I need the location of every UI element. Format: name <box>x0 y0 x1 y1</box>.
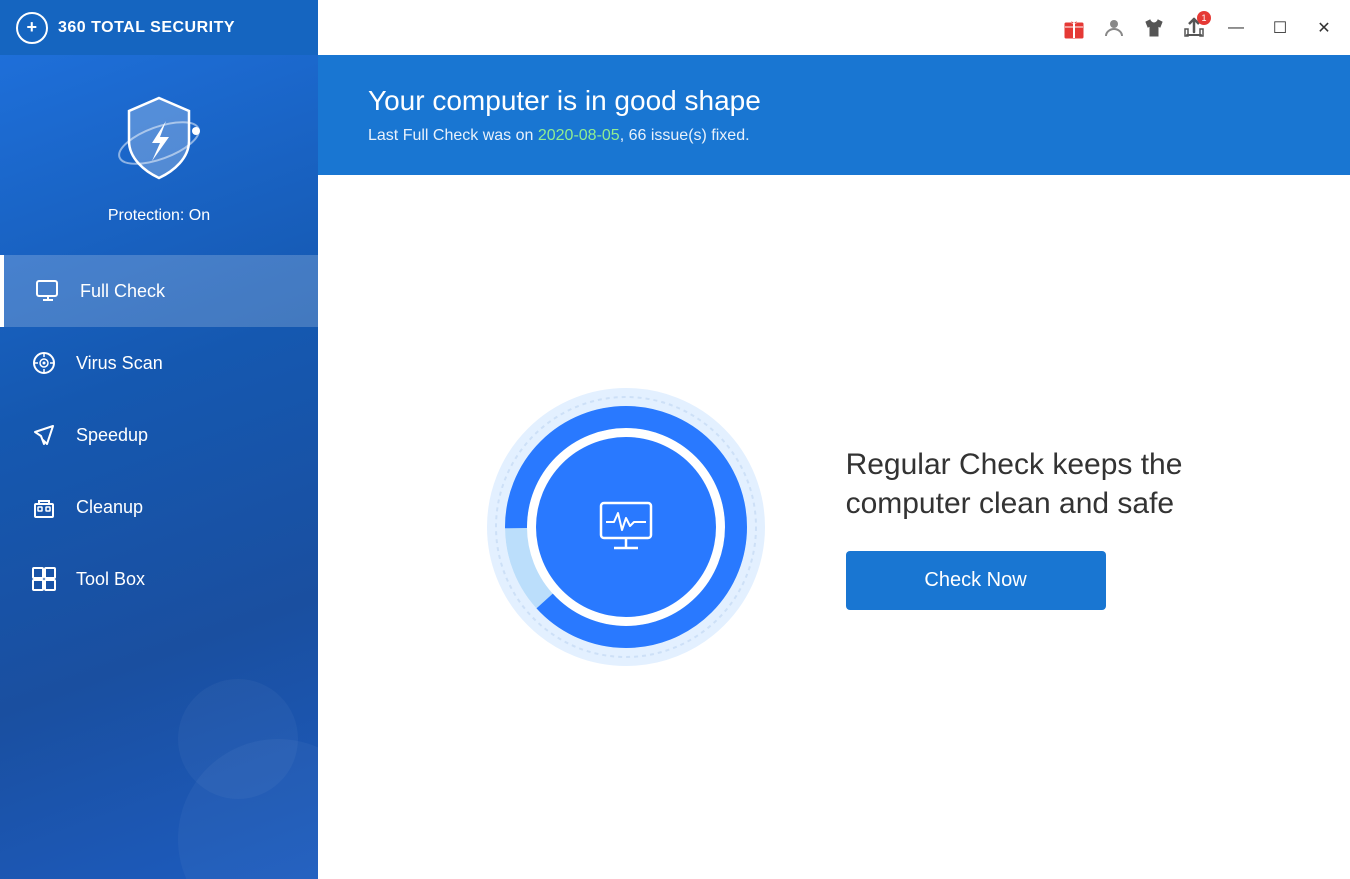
main-layout: Protection: On Full Check <box>0 55 1350 879</box>
subtitle-prefix: Last Full Check was on <box>368 127 538 144</box>
banner-date: 2020-08-05 <box>538 127 620 144</box>
status-banner: Your computer is in good shape Last Full… <box>318 55 1350 175</box>
full-check-label: Full Check <box>80 281 165 302</box>
right-panel: Regular Check keeps the computer clean a… <box>846 445 1183 610</box>
upload-button[interactable]: 1 <box>1182 16 1206 40</box>
sidebar-item-full-check[interactable]: Full Check <box>0 255 318 327</box>
upload-badge: 1 <box>1197 11 1211 25</box>
app-title: 360 TOTAL SECURITY <box>58 19 235 37</box>
nav-menu: Full Check Virus Scan <box>0 255 318 879</box>
app-brand: + 360 TOTAL SECURITY <box>0 12 318 44</box>
tagline: Regular Check keeps the computer clean a… <box>846 445 1183 523</box>
toolbox-icon <box>30 565 58 593</box>
sidebar-item-cleanup[interactable]: Cleanup <box>0 471 318 543</box>
protection-status: Protection: On <box>108 207 210 225</box>
sidebar: Protection: On Full Check <box>0 55 318 879</box>
speedup-label: Speedup <box>76 425 148 446</box>
sidebar-item-speedup[interactable]: Speedup <box>0 399 318 471</box>
titlebar: + 360 TOTAL SECURITY <box>0 0 1350 55</box>
sidebar-item-toolbox[interactable]: Tool Box <box>0 543 318 615</box>
user-button[interactable] <box>1102 16 1126 40</box>
virus-scan-icon <box>30 349 58 377</box>
app-logo: + <box>16 12 48 44</box>
toolbox-label: Tool Box <box>76 569 145 590</box>
speedup-icon <box>30 421 58 449</box>
sidebar-item-virus-scan[interactable]: Virus Scan <box>0 327 318 399</box>
cleanup-icon <box>30 493 58 521</box>
maximize-button[interactable]: ☐ <box>1266 14 1294 42</box>
gift-button[interactable] <box>1062 16 1086 40</box>
check-now-button[interactable]: Check Now <box>846 551 1106 610</box>
content-area: Your computer is in good shape Last Full… <box>318 55 1350 879</box>
logo-symbol: + <box>26 17 37 38</box>
banner-title: Your computer is in good shape <box>368 85 1300 117</box>
health-chart <box>486 387 766 667</box>
main-content: Regular Check keeps the computer clean a… <box>318 175 1350 879</box>
tagline-line1: Regular Check keeps the <box>846 448 1183 481</box>
subtitle-suffix: , 66 issue(s) fixed. <box>620 127 750 144</box>
banner-subtitle: Last Full Check was on 2020-08-05, 66 is… <box>368 127 1300 145</box>
full-check-icon <box>34 277 62 305</box>
chart-center <box>536 437 716 617</box>
logo-area: Protection: On <box>104 85 214 225</box>
virus-scan-label: Virus Scan <box>76 353 163 374</box>
titlebar-controls: 1 — ☐ ✕ <box>318 0 1350 55</box>
tagline-line2: computer clean and safe <box>846 487 1175 520</box>
shirt-button[interactable] <box>1142 16 1166 40</box>
minimize-button[interactable]: — <box>1222 14 1250 42</box>
cleanup-label: Cleanup <box>76 497 143 518</box>
close-button[interactable]: ✕ <box>1310 14 1338 42</box>
shield-icon <box>104 85 214 195</box>
